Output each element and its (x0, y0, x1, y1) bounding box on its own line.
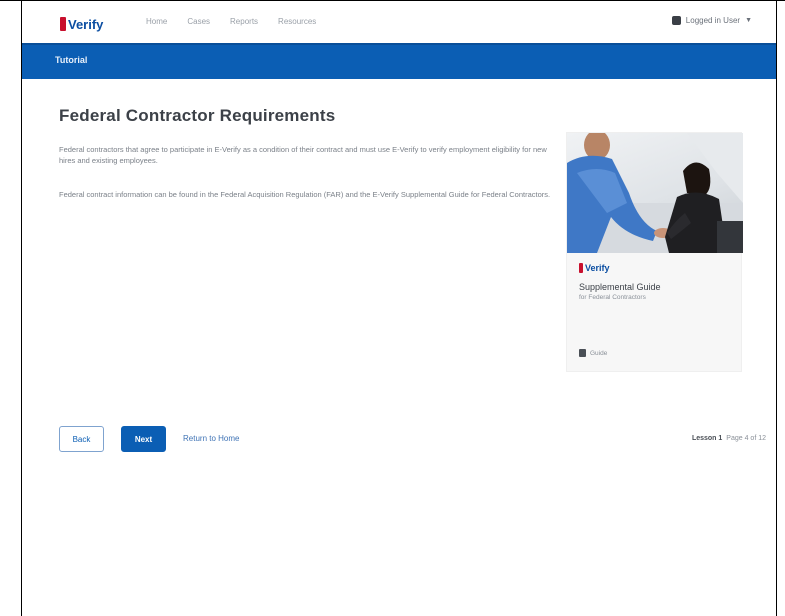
return-home-link[interactable]: Return to Home (183, 434, 239, 443)
pager-text: Page 4 of 12 (726, 435, 766, 442)
card-footer-text: Guide (590, 349, 608, 357)
card-footer: Guide (579, 349, 607, 357)
nav-item-reports[interactable]: Reports (230, 17, 258, 26)
page-banner: Tutorial (22, 43, 776, 79)
next-button[interactable]: Next (121, 426, 166, 452)
logo-mark-icon (60, 17, 66, 31)
handshake-illustration (567, 133, 743, 253)
page-indicator: Lesson 1 Page 4 of 12 (692, 435, 766, 442)
back-button[interactable]: Back (59, 426, 104, 452)
intro-paragraph: Federal contractors that agree to partic… (59, 145, 547, 165)
nav-item-home[interactable]: Home (146, 17, 167, 26)
logo-text: Verify (68, 16, 104, 32)
nav-item-resources[interactable]: Resources (278, 17, 316, 26)
app-window: Verify Home Cases Reports Resources Logg… (22, 1, 776, 616)
frame-border-right (776, 0, 777, 616)
handshake-photo (567, 133, 743, 253)
card-title: Supplemental Guide (579, 282, 661, 292)
banner-title: Tutorial (55, 55, 88, 65)
nav-item-cases[interactable]: Cases (187, 17, 210, 26)
pager-section: Lesson 1 (691, 435, 723, 442)
everify-logo[interactable]: Verify (60, 14, 103, 34)
chevron-down-icon: ▼ (745, 17, 752, 24)
card-logo: Verify (579, 263, 610, 273)
main-nav: Home Cases Reports Resources (146, 17, 316, 26)
page-title: Federal Contractor Requirements (59, 106, 336, 125)
user-menu[interactable]: Logged in User ▼ (671, 16, 752, 25)
supplemental-guide-card[interactable]: Verify Supplemental Guide for Federal Co… (566, 132, 743, 372)
document-icon (579, 349, 586, 357)
user-icon (671, 16, 681, 25)
card-logo-text: Verify (585, 263, 610, 273)
user-label: Logged in User (685, 16, 741, 25)
tutorial-footer: Back Next Return to Home Lesson 1 Page 4… (59, 426, 766, 452)
detail-paragraph: Federal contract information can be foun… (59, 190, 551, 199)
top-navigation-bar: Verify Home Cases Reports Resources Logg… (22, 1, 776, 43)
card-logo-mark-icon (579, 263, 583, 273)
card-subtitle: for Federal Contractors (579, 294, 646, 301)
